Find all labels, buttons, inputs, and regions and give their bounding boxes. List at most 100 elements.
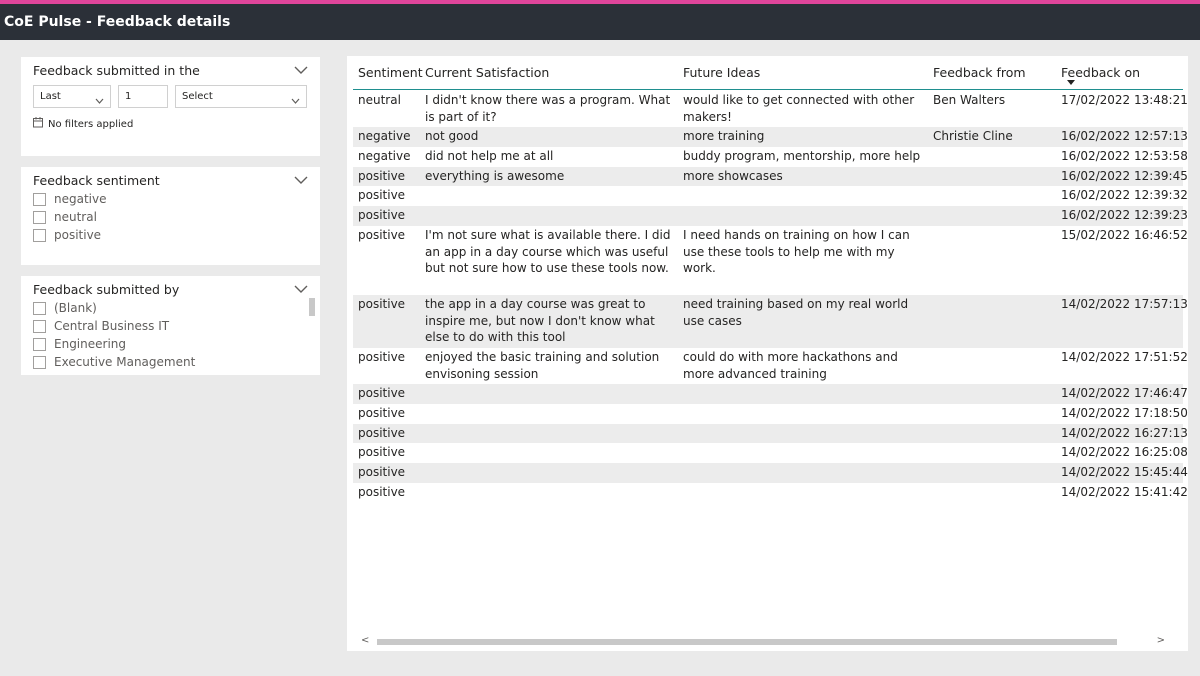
cell-sentiment: positive xyxy=(358,425,406,440)
table-row[interactable]: positive 16/02/2022 12:39:32 xyxy=(353,186,1188,206)
checkbox[interactable] xyxy=(33,319,46,333)
table-row[interactable]: positive everything is awesome more showca… xyxy=(353,166,1188,187)
table-row[interactable]: positive 14/02/2022 15:41:42 xyxy=(353,483,1188,503)
table-row[interactable]: neutral I didn't know there was a program… xyxy=(353,91,1188,127)
cell-feedback-on: 14/02/2022 15:41:42 xyxy=(1061,485,1188,499)
chevron-down-icon[interactable] xyxy=(294,175,308,185)
cell-current-satisfaction: I didn't know there was a program. What … xyxy=(425,93,671,124)
cell-sentiment: positive xyxy=(358,386,406,400)
option-label: neutral xyxy=(54,210,97,224)
chevron-down-icon[interactable] xyxy=(294,65,308,75)
cell-sentiment: negative xyxy=(358,129,411,143)
cell-feedback-on: 17/02/2022 13:48:21 xyxy=(1061,93,1188,107)
sentiment-option[interactable]: neutral xyxy=(33,210,97,224)
relative-mode-dropdown[interactable]: Last xyxy=(33,85,111,108)
checkbox[interactable] xyxy=(33,192,46,206)
scroll-right-icon[interactable]: > xyxy=(1157,635,1165,646)
relative-unit-value: Select xyxy=(182,91,213,102)
cell-sentiment: negative xyxy=(358,148,411,163)
relative-unit-dropdown[interactable]: Select xyxy=(175,85,307,108)
cell-current-satisfaction: not good xyxy=(425,129,479,143)
calendar-filter-icon xyxy=(33,117,44,131)
cell-feedback-on: 14/02/2022 17:18:50 xyxy=(1061,405,1188,420)
cell-feedback-on: 14/02/2022 17:46:47 xyxy=(1061,386,1188,400)
table-row[interactable]: positive enjoyed the basic training and s… xyxy=(353,348,1188,384)
cell-future-ideas: I need hands on training on how I can us… xyxy=(683,228,910,275)
cell-sentiment: positive xyxy=(358,405,406,420)
checkbox[interactable] xyxy=(33,355,46,369)
cell-sentiment: positive xyxy=(358,350,406,364)
cell-sentiment: positive xyxy=(358,485,406,499)
slicer-sentiment: Feedback sentiment negative neutral posi… xyxy=(21,167,320,265)
cell-feedback-on: 16/02/2022 12:39:23 xyxy=(1061,208,1188,223)
column-header-sentiment[interactable]: Sentiment xyxy=(358,65,423,80)
cell-feedback-from: Ben Walters xyxy=(933,93,1006,107)
horizontal-scrollbar[interactable]: < > xyxy=(353,634,1183,648)
cell-future-ideas: would like to get connected with other m… xyxy=(683,93,915,124)
cell-feedback-on: 15/02/2022 16:46:52 xyxy=(1061,228,1188,242)
scrollbar-thumb[interactable] xyxy=(377,639,1117,645)
column-header-feedback-on[interactable]: Feedback on xyxy=(1061,65,1140,80)
cell-future-ideas: buddy program, mentorship, more help xyxy=(683,148,921,163)
table-header: Sentiment Current Satisfaction Future Id… xyxy=(353,56,1183,90)
column-header-future-ideas[interactable]: Future Ideas xyxy=(683,65,760,80)
cell-feedback-on: 14/02/2022 17:51:52 xyxy=(1061,350,1188,364)
checkbox[interactable] xyxy=(33,210,46,224)
submitter-option[interactable]: Executive Management xyxy=(33,355,195,369)
filter-status-text: No filters applied xyxy=(48,118,134,130)
cell-current-satisfaction: did not help me at all xyxy=(425,148,554,163)
cell-future-ideas: more showcases xyxy=(683,168,783,183)
submitter-option[interactable]: Central Business IT xyxy=(33,319,169,333)
cell-sentiment: positive xyxy=(358,465,406,480)
cell-feedback-from: Christie Cline xyxy=(933,129,1013,143)
cell-feedback-on: 14/02/2022 15:45:44 xyxy=(1061,465,1188,480)
slicer-header: Feedback submitted by xyxy=(33,282,180,297)
submitter-option[interactable]: Engineering xyxy=(33,337,126,351)
checkbox[interactable] xyxy=(33,228,46,242)
cell-future-ideas: could do with more hackathons and more a… xyxy=(683,350,898,381)
table-row[interactable]: positive the app in a day course was grea… xyxy=(353,295,1188,348)
table-row[interactable]: positive 14/02/2022 17:18:50 xyxy=(353,404,1188,424)
cell-current-satisfaction: enjoyed the basic training and solution … xyxy=(425,350,660,381)
table-row[interactable]: positive 14/02/2022 17:46:47 xyxy=(353,384,1188,404)
table-row[interactable]: positive 16/02/2022 12:39:23 xyxy=(353,206,1188,226)
table-row[interactable]: positive 14/02/2022 16:27:13 xyxy=(353,423,1188,444)
column-header-feedback-from[interactable]: Feedback from xyxy=(933,65,1026,80)
cell-feedback-on: 14/02/2022 16:25:08 xyxy=(1061,445,1188,460)
scroll-left-icon[interactable]: < xyxy=(361,635,369,646)
page-title: CoE Pulse - Feedback details xyxy=(0,4,1200,40)
cell-sentiment: positive xyxy=(358,168,406,183)
cell-future-ideas: need training based on my real world use… xyxy=(683,297,909,328)
cell-future-ideas: more training xyxy=(683,129,765,143)
sentiment-option[interactable]: negative xyxy=(33,192,106,206)
relative-count-input[interactable]: 1 xyxy=(118,85,168,108)
option-label: (Blank) xyxy=(54,301,97,315)
cell-feedback-on: 16/02/2022 12:57:13 xyxy=(1061,129,1188,143)
cell-feedback-on: 16/02/2022 12:53:58 xyxy=(1061,148,1188,163)
table-row[interactable]: positive 14/02/2022 15:45:44 xyxy=(353,463,1188,483)
cell-feedback-on: 16/02/2022 12:39:32 xyxy=(1061,188,1188,203)
chevron-down-icon[interactable] xyxy=(294,284,308,294)
cell-current-satisfaction: I'm not sure what is available there. I … xyxy=(425,228,671,275)
table-row[interactable]: negative did not help me at all buddy prog… xyxy=(353,147,1188,167)
vertical-scrollbar[interactable] xyxy=(309,298,315,316)
submitter-option[interactable]: (Blank) xyxy=(33,301,97,315)
cell-current-satisfaction: the app in a day course was great to ins… xyxy=(425,297,655,344)
sort-descending-icon xyxy=(1067,80,1075,85)
table-row[interactable]: positive I'm not sure what is available t… xyxy=(353,226,1188,295)
option-label: Engineering xyxy=(54,337,126,351)
cell-sentiment: positive xyxy=(358,228,406,242)
checkbox[interactable] xyxy=(33,337,46,351)
option-label: Executive Management xyxy=(54,355,196,369)
column-header-current-satisfaction[interactable]: Current Satisfaction xyxy=(425,65,549,80)
cell-sentiment: positive xyxy=(358,297,406,311)
checkbox[interactable] xyxy=(33,301,46,315)
cell-feedback-on: 16/02/2022 12:39:45 xyxy=(1061,168,1188,183)
sentiment-option[interactable]: positive xyxy=(33,228,101,242)
cell-feedback-on: 14/02/2022 17:57:13 xyxy=(1061,297,1188,311)
slicer-submitted-in: Feedback submitted in the Last 1 Select … xyxy=(21,57,320,156)
cell-sentiment: positive xyxy=(358,208,406,223)
table-row[interactable]: negative not good more training Christie Cl… xyxy=(353,127,1188,147)
option-label: Central Business IT xyxy=(54,319,170,333)
table-row[interactable]: positive 14/02/2022 16:25:08 xyxy=(353,443,1188,463)
